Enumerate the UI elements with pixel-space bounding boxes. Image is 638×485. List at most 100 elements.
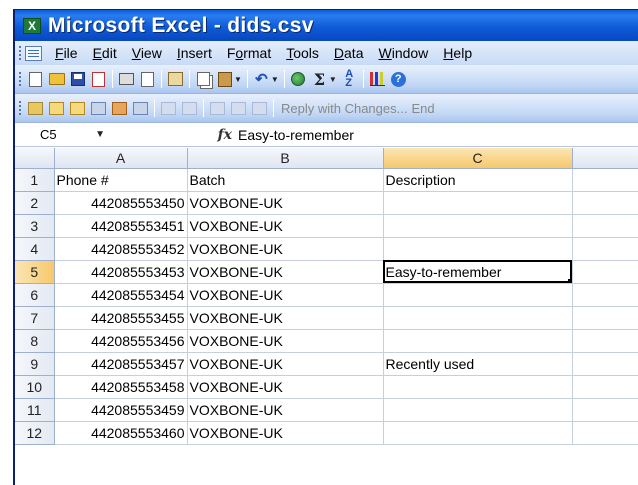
row-header[interactable]: 3 — [15, 214, 55, 238]
row-header[interactable]: 8 — [15, 329, 55, 353]
cell-d[interactable] — [572, 237, 638, 261]
toolbar-grip[interactable] — [18, 71, 22, 87]
undo-icon[interactable]: ↶ — [253, 71, 270, 88]
menu-view[interactable]: View — [125, 45, 170, 61]
cell-c[interactable] — [383, 375, 573, 399]
menu-edit[interactable]: Edit — [86, 45, 125, 61]
show-comment-icon[interactable] — [90, 100, 107, 117]
cell-c[interactable] — [383, 237, 573, 261]
column-header-b[interactable]: B — [187, 148, 384, 169]
cell-b[interactable]: VOXBONE-UK — [187, 306, 384, 330]
cell-d[interactable] — [572, 191, 638, 215]
cell-c[interactable] — [383, 191, 573, 215]
menubar-grip[interactable] — [18, 45, 22, 61]
cell-b[interactable]: VOXBONE-UK — [187, 214, 384, 238]
menu-insert[interactable]: Insert — [170, 45, 220, 61]
new-icon[interactable] — [27, 71, 44, 88]
research-icon[interactable] — [167, 71, 184, 88]
next-comment-icon[interactable] — [69, 100, 86, 117]
hyperlink-icon[interactable] — [290, 71, 307, 88]
cell-d[interactable] — [572, 421, 638, 445]
cell-a[interactable]: 442085553459 — [54, 398, 188, 422]
review-folder-icon[interactable] — [27, 100, 44, 117]
cell-a[interactable]: 442085553453 — [54, 260, 188, 284]
cell-d[interactable] — [572, 398, 638, 422]
previous-comment-icon[interactable] — [48, 100, 65, 117]
permission-icon[interactable] — [90, 71, 107, 88]
menu-window[interactable]: Window — [371, 45, 436, 61]
menu-tools[interactable]: Tools — [279, 45, 327, 61]
row-header[interactable]: 7 — [15, 306, 55, 330]
cell-a[interactable]: 442085553458 — [54, 375, 188, 399]
cell-a[interactable]: 442085553450 — [54, 191, 188, 215]
autosum-dropdown-icon[interactable]: ▼ — [329, 75, 337, 84]
menu-data[interactable]: Data — [327, 45, 372, 61]
print-preview-icon[interactable] — [139, 71, 156, 88]
print-icon[interactable] — [118, 71, 135, 88]
toolbar-grip[interactable] — [18, 100, 22, 116]
name-box[interactable]: C5 ▼ — [15, 124, 118, 146]
cell-d[interactable] — [572, 168, 638, 192]
cell-b[interactable]: VOXBONE-UK — [187, 329, 384, 353]
open-icon[interactable] — [48, 71, 65, 88]
select-all-corner[interactable] — [15, 148, 55, 169]
menu-file[interactable]: File — [48, 45, 86, 61]
row-header[interactable]: 2 — [15, 191, 55, 215]
paste-icon[interactable] — [216, 71, 233, 88]
cell-b[interactable]: VOXBONE-UK — [187, 283, 384, 307]
column-header-a[interactable]: A — [54, 148, 188, 169]
sort-ascending-icon[interactable]: AZ — [341, 69, 358, 89]
cell-a[interactable]: 442085553452 — [54, 237, 188, 261]
cell-a[interactable]: 442085553460 — [54, 421, 188, 445]
cell-c[interactable]: Description — [383, 168, 573, 192]
row-header[interactable]: 6 — [15, 283, 55, 307]
cell-b[interactable]: VOXBONE-UK — [187, 421, 384, 445]
row-header[interactable]: 11 — [15, 398, 55, 422]
cell-c[interactable]: Recently used — [383, 352, 573, 376]
row-header[interactable]: 4 — [15, 237, 55, 261]
row-header[interactable]: 10 — [15, 375, 55, 399]
cell-c[interactable] — [383, 398, 573, 422]
cell-a[interactable]: 442085553455 — [54, 306, 188, 330]
menu-help[interactable]: Help — [436, 45, 480, 61]
cell-c[interactable] — [383, 421, 573, 445]
cell-d[interactable] — [572, 214, 638, 238]
save-icon[interactable] — [69, 71, 86, 88]
cell-b[interactable]: VOXBONE-UK — [187, 237, 384, 261]
row-header[interactable]: 12 — [15, 421, 55, 445]
workbook-menu-icon[interactable] — [25, 45, 42, 61]
help-icon[interactable]: ? — [390, 71, 407, 88]
autosum-icon[interactable]: Σ — [311, 70, 328, 89]
menu-format[interactable]: Format — [220, 45, 279, 61]
cell-a[interactable]: 442085553457 — [54, 352, 188, 376]
cell-a[interactable]: Phone # — [54, 168, 188, 192]
cell-b[interactable]: VOXBONE-UK — [187, 352, 384, 376]
row-header[interactable]: 5 — [15, 260, 55, 284]
formula-input[interactable]: Easy-to-remember — [238, 127, 354, 143]
cell-a[interactable]: 442085553456 — [54, 329, 188, 353]
active-cell-c5[interactable]: Easy-to-remember — [383, 260, 573, 284]
cell-d[interactable] — [572, 306, 638, 330]
cell-a[interactable]: 442085553451 — [54, 214, 188, 238]
excel-app-icon[interactable]: X — [23, 17, 41, 34]
column-header-c[interactable]: C — [383, 148, 573, 169]
delete-comment-icon[interactable] — [132, 100, 149, 117]
cell-b[interactable]: VOXBONE-UK — [187, 375, 384, 399]
cell-c[interactable] — [383, 283, 573, 307]
cell-c[interactable] — [383, 306, 573, 330]
paste-dropdown-icon[interactable]: ▼ — [234, 75, 242, 84]
row-header[interactable]: 1 — [15, 168, 55, 192]
show-all-comments-icon[interactable] — [111, 100, 128, 117]
cell-a[interactable]: 442085553454 — [54, 283, 188, 307]
cell-c[interactable] — [383, 329, 573, 353]
cell-d[interactable] — [572, 375, 638, 399]
name-box-dropdown-icon[interactable]: ▼ — [95, 129, 105, 140]
cell-d[interactable] — [572, 329, 638, 353]
cell-d[interactable] — [572, 260, 638, 284]
cell-b[interactable]: VOXBONE-UK — [187, 398, 384, 422]
cell-b[interactable]: VOXBONE-UK — [187, 260, 384, 284]
insert-function-icon[interactable]: fx — [118, 124, 238, 146]
cell-c[interactable] — [383, 214, 573, 238]
chart-wizard-icon[interactable] — [369, 71, 386, 88]
cell-d[interactable] — [572, 283, 638, 307]
